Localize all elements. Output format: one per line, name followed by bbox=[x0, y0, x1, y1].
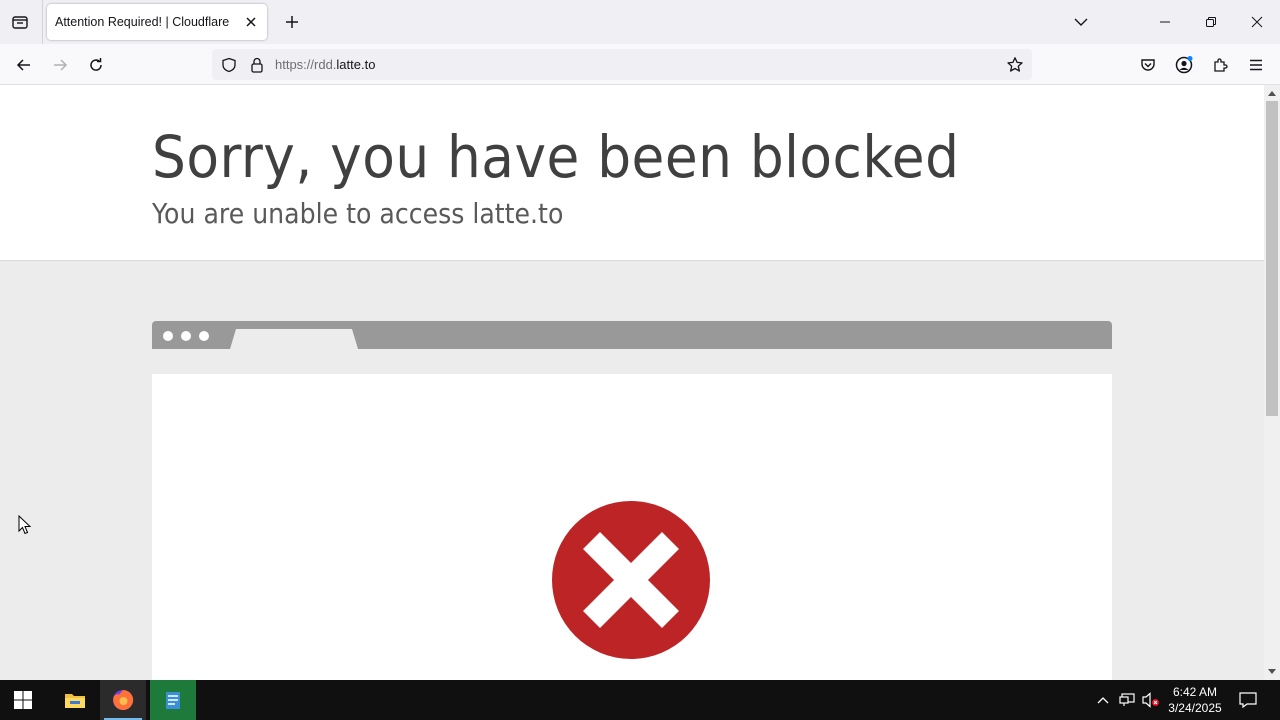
address-bar[interactable]: https://rdd.latte.to bbox=[212, 49, 1032, 80]
active-tab[interactable]: Attention Required! | Cloudflare bbox=[47, 4, 267, 40]
file-explorer-icon bbox=[65, 694, 85, 708]
vertical-scrollbar[interactable] bbox=[1264, 85, 1280, 680]
firefox-icon bbox=[113, 689, 134, 710]
back-button[interactable] bbox=[9, 50, 39, 80]
page-subheadline: You are unable to access latte.to bbox=[152, 197, 564, 230]
volume-muted-icon bbox=[1142, 692, 1159, 708]
tracking-protection-button[interactable] bbox=[219, 55, 239, 75]
scroll-up-button[interactable] bbox=[1264, 85, 1280, 101]
page-viewport: Sorry, you have been blocked You are una… bbox=[0, 85, 1264, 680]
volume-tray-button[interactable] bbox=[1141, 690, 1161, 710]
restore-button[interactable] bbox=[1188, 0, 1234, 44]
notepad-icon bbox=[166, 692, 180, 709]
tab-list-button[interactable] bbox=[6, 8, 34, 36]
star-icon bbox=[1007, 57, 1023, 72]
forward-arrow-icon bbox=[54, 59, 68, 71]
tab-strip: Attention Required! | Cloudflare bbox=[0, 0, 1280, 44]
mouse-cursor-icon bbox=[18, 515, 32, 535]
bookmark-star-button[interactable] bbox=[1005, 55, 1025, 75]
site-info-button[interactable] bbox=[247, 55, 267, 75]
forward-button[interactable] bbox=[45, 50, 75, 80]
taskbar-firefox[interactable] bbox=[100, 680, 146, 720]
minimize-icon bbox=[1160, 21, 1170, 23]
lock-icon bbox=[251, 57, 263, 73]
triangle-down-icon bbox=[1268, 669, 1276, 674]
extensions-button[interactable] bbox=[1205, 50, 1235, 80]
reload-button[interactable] bbox=[81, 50, 111, 80]
windows-start-icon bbox=[14, 691, 32, 709]
pocket-icon bbox=[1141, 59, 1155, 71]
network-tray-button[interactable] bbox=[1117, 690, 1137, 710]
chevron-down-icon bbox=[1074, 18, 1088, 26]
taskbar-file-explorer[interactable] bbox=[52, 680, 98, 720]
taskbar-clock[interactable]: 6:42 AM 3/24/2025 bbox=[1164, 684, 1226, 716]
header-band: Sorry, you have been blocked You are una… bbox=[0, 85, 1264, 261]
network-icon bbox=[1119, 693, 1135, 706]
illustration-dot bbox=[199, 331, 209, 341]
scroll-down-button[interactable] bbox=[1264, 664, 1280, 680]
taskbar-notepad[interactable] bbox=[150, 680, 196, 720]
back-arrow-icon bbox=[16, 59, 30, 71]
account-icon bbox=[1175, 56, 1193, 74]
new-tab-button[interactable] bbox=[278, 8, 306, 36]
extensions-icon bbox=[1214, 58, 1228, 72]
clock-time: 6:42 AM bbox=[1172, 685, 1218, 699]
illustration-dot bbox=[163, 331, 173, 341]
blocked-illustration bbox=[152, 321, 1112, 680]
app-menu-button[interactable] bbox=[1241, 50, 1271, 80]
chevron-up-icon bbox=[1097, 697, 1109, 704]
error-x-icon bbox=[552, 501, 710, 659]
page-headline: Sorry, you have been blocked bbox=[152, 123, 960, 191]
plus-icon bbox=[286, 16, 298, 28]
notification-icon bbox=[1239, 692, 1257, 708]
minimize-button[interactable] bbox=[1142, 0, 1188, 44]
url-text[interactable]: https://rdd.latte.to bbox=[275, 57, 375, 72]
account-button[interactable] bbox=[1169, 50, 1199, 80]
url-prefix: https://rdd. bbox=[275, 57, 337, 72]
close-window-button[interactable] bbox=[1234, 0, 1280, 44]
illustration-dot bbox=[181, 331, 191, 341]
menu-icon bbox=[1250, 59, 1262, 71]
shield-icon bbox=[222, 57, 236, 73]
tab-title: Attention Required! | Cloudflare bbox=[55, 15, 230, 29]
triangle-up-icon bbox=[1268, 91, 1276, 96]
pocket-button[interactable] bbox=[1133, 50, 1163, 80]
tab-list-icon bbox=[12, 16, 28, 29]
illustration-browser-bar bbox=[152, 321, 1112, 349]
list-all-tabs-button[interactable] bbox=[1058, 0, 1104, 44]
action-center-button[interactable] bbox=[1238, 690, 1258, 710]
start-button[interactable] bbox=[0, 680, 46, 720]
clock-date: 3/24/2025 bbox=[1168, 701, 1222, 715]
tab-divider bbox=[42, 0, 43, 44]
url-host: latte.to bbox=[336, 57, 376, 72]
illustration-window-body bbox=[152, 374, 1112, 680]
close-window-icon bbox=[1251, 16, 1263, 28]
restore-icon bbox=[1206, 17, 1216, 27]
tab-close-button[interactable] bbox=[239, 10, 263, 34]
reload-icon bbox=[90, 58, 102, 71]
close-icon bbox=[246, 17, 256, 27]
navigation-toolbar: https://rdd.latte.to bbox=[0, 44, 1280, 85]
scrollbar-thumb[interactable] bbox=[1266, 101, 1278, 416]
show-hidden-icons-button[interactable] bbox=[1093, 690, 1113, 710]
windows-taskbar: 6:42 AM 3/24/2025 bbox=[0, 680, 1280, 720]
illustration-tab bbox=[230, 329, 358, 349]
